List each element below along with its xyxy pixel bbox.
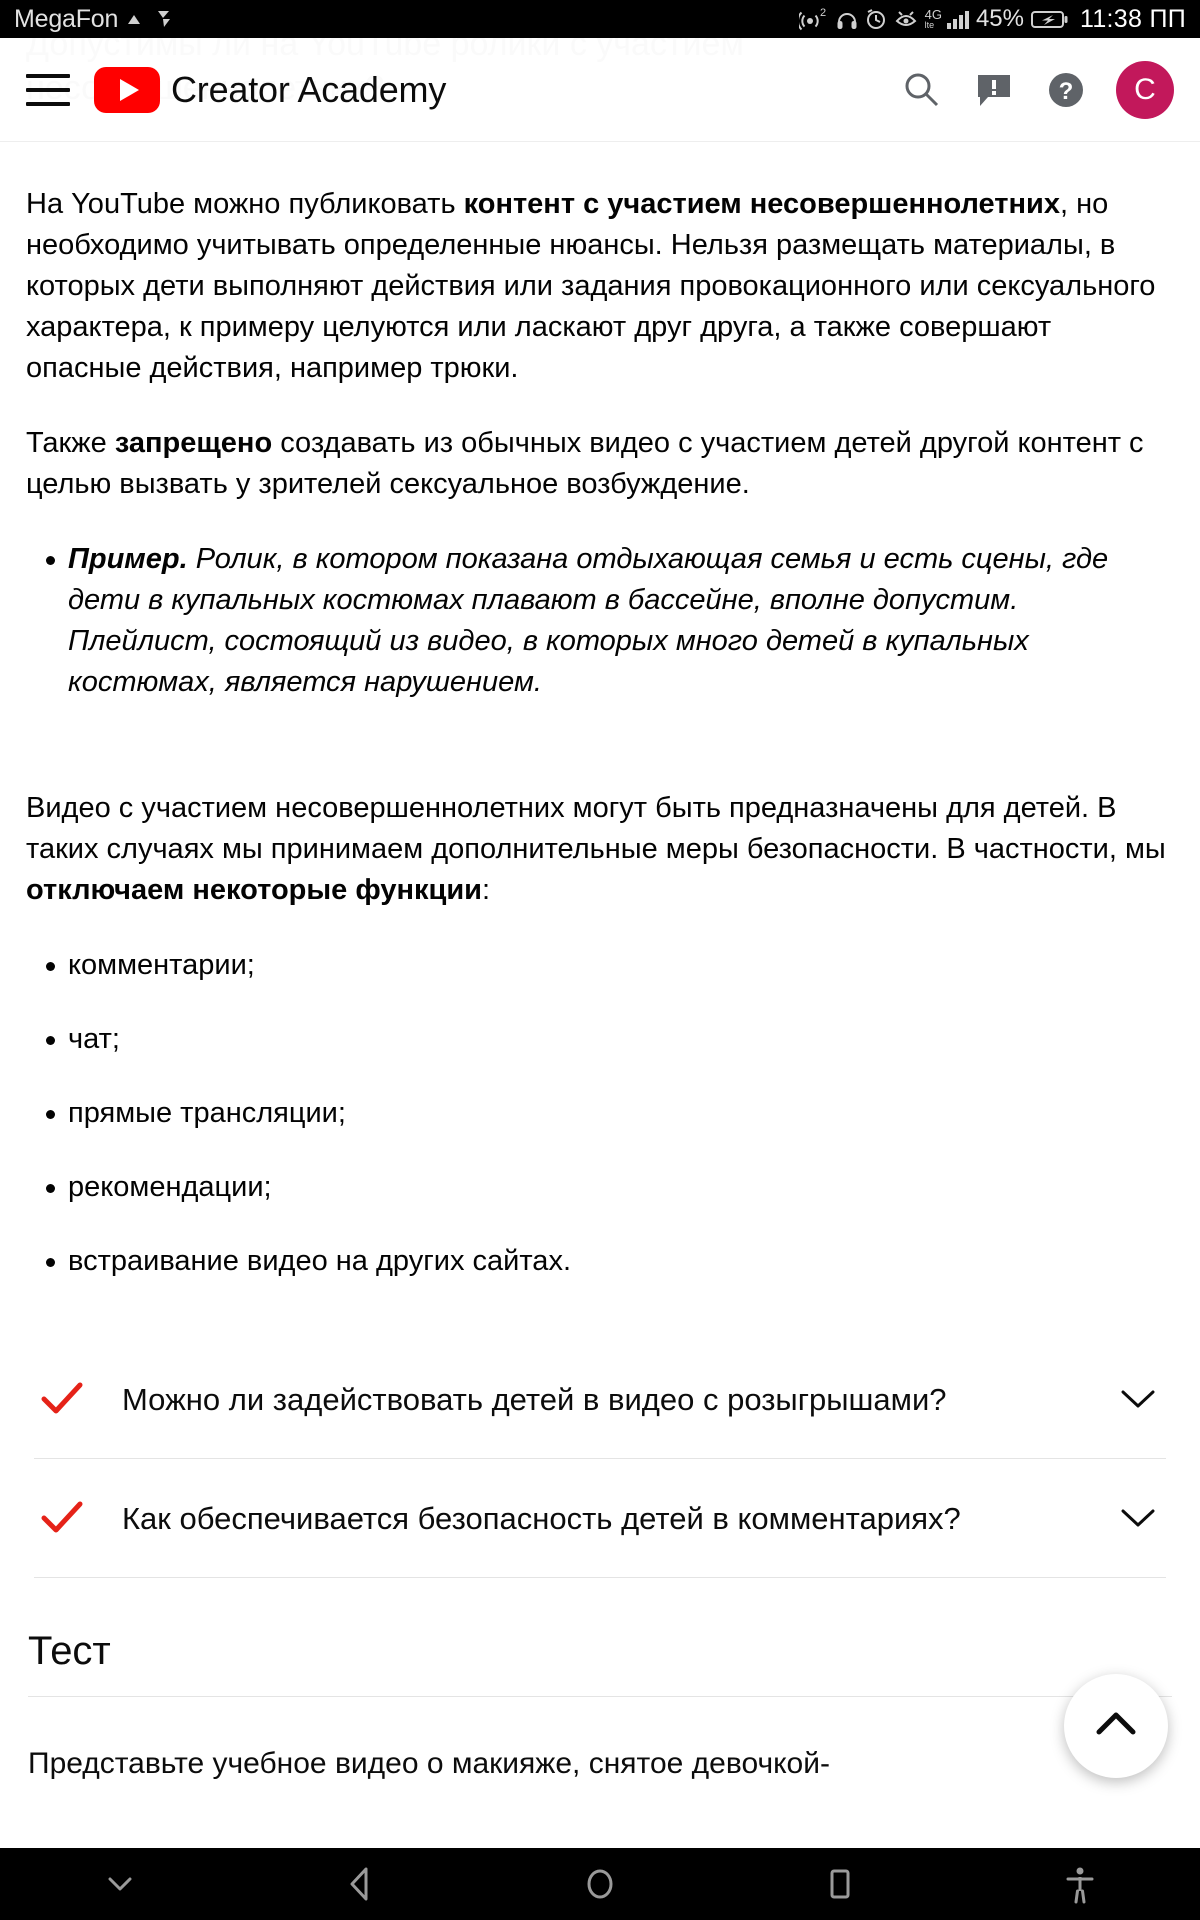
status-bar-right: 2 4G lte 45% 11:38 ПП xyxy=(798,4,1186,34)
carrier-label: MegaFon xyxy=(14,4,119,33)
article-content: На YouTube можно публиковать контент с у… xyxy=(0,184,1200,1785)
battery-percent-label: 45% xyxy=(975,5,1024,32)
brand-logo[interactable]: Creator Academy xyxy=(94,66,447,113)
list-item: встраивание видео на других сайтах. xyxy=(26,1241,1174,1282)
example-lead: Пример. xyxy=(68,543,188,575)
test-question-text: Представьте учебное видео о макияже, сня… xyxy=(28,1747,830,1780)
example-body: Ролик, в котором показана отдыхающая сем… xyxy=(68,543,1109,698)
faq-item-comments-safety[interactable]: Как обеспечивается безопасность детей в … xyxy=(26,1459,1174,1577)
hotspot-icon: 2 xyxy=(798,6,829,32)
sync-icon xyxy=(156,8,176,30)
svg-text:?: ? xyxy=(1059,78,1074,105)
signal-bars-icon xyxy=(946,9,969,29)
accessibility-icon[interactable] xyxy=(960,1848,1200,1920)
p2-text-a: Также xyxy=(26,427,115,459)
p1-bold: контент с участием несовершеннолетних xyxy=(463,188,1060,220)
p1-text-a: На YouTube можно публиковать xyxy=(26,188,464,220)
disabled-features-list: комментарии; чат; прямые трансляции; рек… xyxy=(26,945,1174,1282)
paragraph-kids-content: Видео с участием несовершеннолетних могу… xyxy=(26,788,1174,911)
back-triangle-icon[interactable] xyxy=(240,1848,480,1920)
p3-text-b: : xyxy=(481,874,491,906)
home-circle-icon[interactable] xyxy=(480,1848,720,1920)
faq-item-title: Как обеспечивается безопасность детей в … xyxy=(122,1500,961,1536)
list-item: чат; xyxy=(26,1019,1174,1060)
faq-item-title: Можно ли задействовать детей в видео с р… xyxy=(122,1381,947,1417)
status-bar-left: MegaFon xyxy=(14,5,176,34)
scroll-to-top-button[interactable] xyxy=(1064,1674,1168,1778)
test-section: Тест Представьте учебное видео о макияже… xyxy=(26,1624,1174,1785)
list-item: рекомендации; xyxy=(26,1167,1174,1208)
cast-icon xyxy=(125,9,149,29)
app-header: Допустимы ли на YouTube ролики с участие… xyxy=(0,25,1200,142)
paragraph-prohibited: Также запрещено создавать из обычных вид… xyxy=(26,423,1174,505)
p3-text-a: Видео с участием несовершеннолетних могу… xyxy=(26,792,1166,865)
list-item: прямые трансляции; xyxy=(26,1093,1174,1134)
p3-bold: отключаем некоторые функции xyxy=(26,874,482,906)
chevron-up-icon xyxy=(1092,1708,1140,1745)
test-divider xyxy=(28,1696,1172,1697)
example-list: Пример. Ролик, в котором показана отдыха… xyxy=(26,539,1174,703)
feedback-icon[interactable] xyxy=(972,68,1016,112)
recents-square-icon[interactable] xyxy=(720,1848,960,1920)
android-navigation-bar xyxy=(0,1848,1200,1920)
check-icon xyxy=(32,1379,92,1419)
avatar[interactable]: C xyxy=(1116,60,1174,119)
brand-name-label: Creator Academy xyxy=(171,68,447,110)
chevron-down-icon[interactable] xyxy=(1110,1386,1166,1412)
youtube-logo-icon xyxy=(94,66,160,113)
alarm-icon xyxy=(865,8,887,30)
list-item-example: Пример. Ролик, в котором показана отдыха… xyxy=(26,539,1174,703)
battery-charging-icon xyxy=(1031,8,1069,30)
header-actions: ? C xyxy=(900,60,1174,119)
check-icon xyxy=(32,1498,92,1538)
paragraph-minors-intro: На YouTube можно публиковать контент с у… xyxy=(26,184,1174,389)
clock-label: 11:38 ПП xyxy=(1080,4,1186,33)
faq-item-giveaways[interactable]: Можно ли задействовать детей в видео с р… xyxy=(26,1340,1174,1458)
hamburger-menu-icon[interactable] xyxy=(26,73,70,106)
test-heading: Тест xyxy=(28,1629,111,1673)
help-icon[interactable]: ? xyxy=(1044,68,1088,112)
hide-nav-chevron-down-icon[interactable] xyxy=(0,1848,240,1920)
p2-bold: запрещено xyxy=(114,427,273,459)
faq-divider xyxy=(34,1577,1166,1578)
svg-text:2: 2 xyxy=(820,7,826,19)
list-item: комментарии; xyxy=(26,945,1174,986)
status-bar: MegaFon 2 4G lte 45% 11:38 ПП xyxy=(0,0,1200,38)
faq-accordion: Можно ли задействовать детей в видео с р… xyxy=(26,1340,1174,1578)
network-generation-label: 4G lte xyxy=(924,7,942,30)
search-icon[interactable] xyxy=(900,68,944,112)
eye-care-icon xyxy=(894,8,918,30)
headphones-icon xyxy=(836,8,858,30)
chevron-down-icon[interactable] xyxy=(1110,1505,1166,1531)
